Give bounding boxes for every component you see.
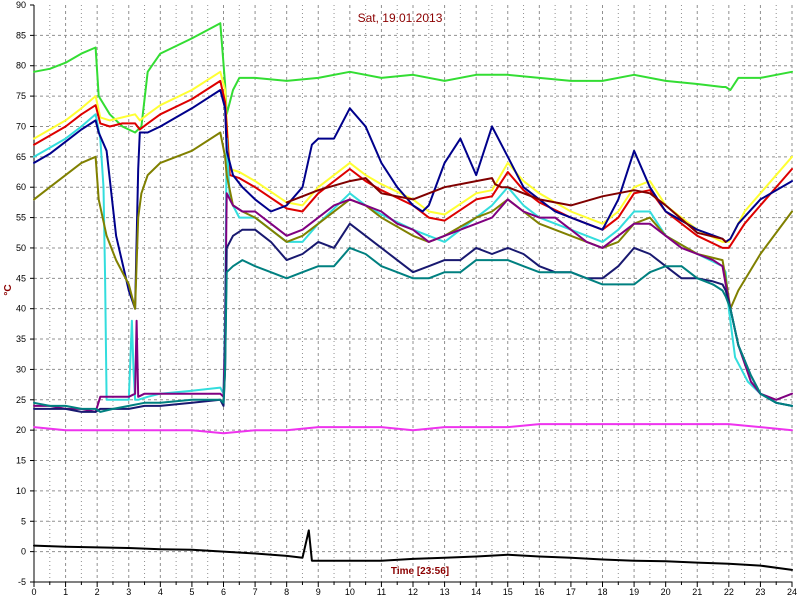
- y-tick-label: 85: [16, 30, 26, 40]
- y-tick-label: -5: [18, 577, 26, 587]
- x-tick-label: 8: [284, 587, 289, 597]
- x-tick-label: 13: [440, 587, 450, 597]
- x-tick-label: 16: [534, 587, 544, 597]
- x-tick-label: 5: [189, 587, 194, 597]
- y-tick-label: 30: [16, 364, 26, 374]
- x-tick-label: 15: [503, 587, 513, 597]
- y-tick-label: 50: [16, 243, 26, 253]
- y-tick-label: 15: [16, 456, 26, 466]
- y-tick-label: 90: [16, 0, 26, 10]
- x-tick-label: 20: [661, 587, 671, 597]
- x-axis-label: Time [23:56]: [391, 566, 449, 577]
- y-tick-label: 70: [16, 121, 26, 131]
- y-tick-label: 5: [21, 516, 26, 526]
- x-tick-label: 11: [377, 587, 386, 597]
- x-tick-label: 14: [471, 587, 481, 597]
- y-axis-label: °C: [3, 284, 14, 295]
- y-tick-label: 55: [16, 213, 26, 223]
- x-tick-label: 23: [755, 587, 765, 597]
- x-tick-label: 4: [158, 587, 163, 597]
- x-tick-label: 24: [787, 587, 797, 597]
- y-tick-label: 10: [16, 486, 26, 496]
- x-tick-label: 12: [408, 587, 418, 597]
- y-tick-label: 35: [16, 334, 26, 344]
- y-tick-label: 75: [16, 91, 26, 101]
- x-tick-label: 3: [126, 587, 131, 597]
- x-tick-label: 18: [597, 587, 607, 597]
- y-tick-label: 25: [16, 395, 26, 405]
- x-tick-label: 10: [345, 587, 355, 597]
- chart-background: [0, 0, 800, 600]
- x-tick-label: 9: [316, 587, 321, 597]
- temperature-chart: 0 1 2 3 4 5 6 7 8 9 10 11 12 13 14 15 16 17 18 19 20 21 22 23 24…: [0, 0, 800, 600]
- y-tick-label: 80: [16, 61, 26, 71]
- chart-title: Sat, 19.01.2013: [358, 11, 443, 25]
- y-tick-label: 60: [16, 182, 26, 192]
- y-tick-label: 0: [21, 547, 26, 557]
- x-tick-label: 6: [221, 587, 226, 597]
- x-tick-label: 21: [692, 587, 702, 597]
- x-tick-label: 7: [253, 587, 258, 597]
- x-tick-label: 22: [724, 587, 734, 597]
- x-tick-label: 1: [63, 587, 68, 597]
- x-tick-label: 0: [31, 587, 36, 597]
- y-tick-label: 20: [16, 425, 26, 435]
- x-tick-label: 2: [95, 587, 100, 597]
- y-tick-label: 65: [16, 152, 26, 162]
- y-tick-label: 45: [16, 273, 26, 283]
- y-tick-label: 40: [16, 304, 26, 314]
- x-tick-label: 17: [566, 587, 576, 597]
- x-tick-label: 19: [629, 587, 639, 597]
